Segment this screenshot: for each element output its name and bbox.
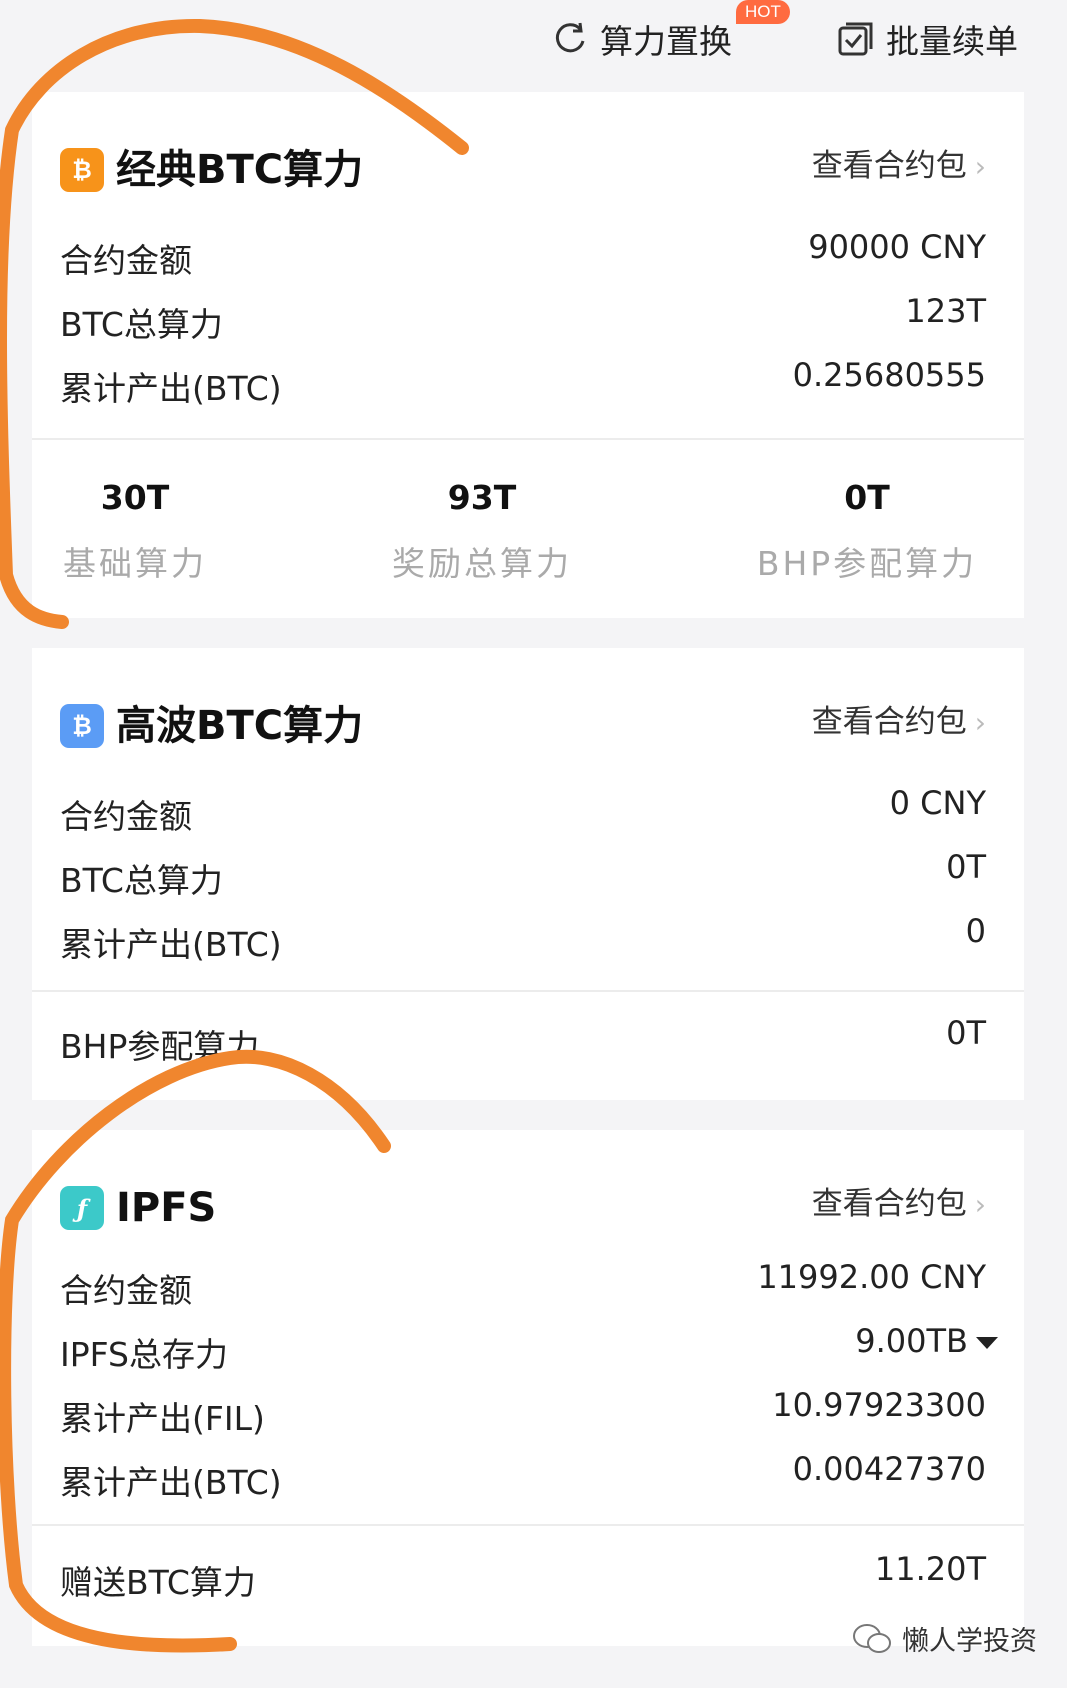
stat-base-hashrate: 30T 基础算力 (60, 478, 210, 585)
contract-amount-row: 合约金额 11992.00 CNY (60, 1258, 986, 1312)
row-value: 11.20T (874, 1550, 986, 1588)
card-header: ₿ 高波BTC算力 查看合约包 › (60, 700, 986, 752)
highwave-btc-card: ₿ 高波BTC算力 查看合约包 › 合约金额 0 CNY BTC总算力 0T 累计… (32, 648, 1024, 1100)
row-label: BTC总算力 (60, 305, 223, 344)
bitcoin-icon: ₿ (60, 704, 104, 748)
view-contract-link[interactable]: 查看合约包 › (812, 1182, 986, 1227)
hot-badge: HOT (736, 0, 790, 24)
divider (32, 1524, 1024, 1526)
row-value: 0T (946, 848, 986, 886)
total-hashrate-row: BTC总算力 0T (60, 848, 986, 902)
row-label: 合约金额 (60, 241, 192, 280)
view-contract-link[interactable]: 查看合约包 › (812, 144, 986, 189)
storage-dropdown[interactable]: 9.00TB (855, 1322, 998, 1360)
card-header: ₿ 经典BTC算力 查看合约包 › (60, 144, 986, 196)
divider (32, 990, 1024, 992)
wechat-icon (853, 1623, 891, 1653)
watermark: 懒人学投资 (852, 1619, 1037, 1658)
row-value: 0.00427370 (792, 1450, 986, 1488)
row-value: 90000 CNY (808, 228, 986, 266)
total-hashrate-row: BTC总算力 123T (60, 292, 986, 346)
contract-amount-row: 合约金额 90000 CNY (60, 228, 986, 282)
batch-renew-button[interactable]: 批量续单 (836, 14, 1018, 64)
bonus-hashrate-row: 赠送BTC算力 11.20T (60, 1550, 986, 1604)
stat-reward-hashrate: 93T 奖励总算力 (382, 478, 582, 585)
refresh-icon (555, 22, 585, 53)
cumulative-btc-row: 累计产出(BTC) 0.00427370 (60, 1450, 986, 1504)
row-value: 0.25680555 (792, 356, 986, 394)
contract-amount-row: 合约金额 0 CNY (60, 784, 986, 838)
bitcoin-icon: ₿ (60, 148, 104, 192)
chevron-right-icon: › (974, 706, 986, 739)
row-label: 累计产出(FIL) (60, 1399, 265, 1438)
row-label: 累计产出(BTC) (60, 1463, 282, 1502)
stat-value: 30T (100, 478, 170, 517)
row-label: BTC总算力 (60, 861, 223, 900)
ipfs-card: ƒ IPFS 查看合约包 › 合约金额 11992.00 CNY IPFS总存力 … (32, 1130, 1024, 1646)
row-label: 合约金额 (60, 797, 192, 836)
stat-caption: 奖励总算力 (392, 544, 572, 583)
cumulative-fil-row: 累计产出(FIL) 10.97923300 (60, 1386, 986, 1440)
row-value: 10.97923300 (772, 1386, 986, 1424)
cumulative-output-row: 累计产出(BTC) 0 (60, 912, 986, 966)
watermark-text: 懒人学投资 (902, 1626, 1037, 1657)
row-label: 合约金额 (60, 1271, 192, 1310)
view-contract-link[interactable]: 查看合约包 › (812, 700, 986, 745)
card-title: IPFS (116, 1185, 217, 1231)
row-label: BHP参配算力 (60, 1027, 260, 1066)
classic-btc-card: ₿ 经典BTC算力 查看合约包 › 合约金额 90000 CNY BTC总算力 1… (32, 92, 1024, 618)
stat-bhp-hashrate: 0T BHP参配算力 (752, 478, 982, 585)
row-label: 累计产出(BTC) (60, 369, 282, 408)
row-label: IPFS总存力 (60, 1335, 228, 1374)
top-toolbar: 算力置换 HOT 批量续单 (0, 0, 1067, 90)
filecoin-icon: ƒ (60, 1186, 104, 1230)
chevron-right-icon: › (974, 1188, 986, 1221)
batch-renew-label: 批量续单 (886, 22, 1018, 61)
stat-caption: 基础算力 (63, 544, 207, 583)
total-storage-row[interactable]: IPFS总存力 9.00TB (60, 1322, 998, 1376)
card-title: 经典BTC算力 (116, 147, 364, 193)
divider (32, 438, 1024, 440)
row-value: 11992.00 CNY (757, 1258, 986, 1296)
stat-value: 0T (844, 478, 890, 517)
cumulative-output-row: 累计产出(BTC) 0.25680555 (60, 356, 986, 410)
bhp-hashrate-row: BHP参配算力 0T (60, 1014, 986, 1068)
caret-down-icon (976, 1337, 998, 1349)
row-label: 累计产出(BTC) (60, 925, 282, 964)
row-value: 0T (946, 1014, 986, 1052)
row-label: 赠送BTC算力 (60, 1563, 256, 1602)
card-header: ƒ IPFS 查看合约包 › (60, 1182, 986, 1234)
hashrate-swap-button[interactable]: 算力置换 (550, 14, 732, 64)
row-value: 0 (965, 912, 986, 950)
chevron-right-icon: › (974, 150, 986, 183)
row-value: 123T (905, 292, 986, 330)
stat-value: 93T (447, 478, 517, 517)
stat-caption: BHP参配算力 (756, 544, 978, 583)
row-value: 0 CNY (889, 784, 986, 822)
checkbox-icon (838, 22, 873, 56)
hashrate-swap-label: 算力置换 (600, 22, 732, 61)
card-title: 高波BTC算力 (116, 703, 364, 749)
